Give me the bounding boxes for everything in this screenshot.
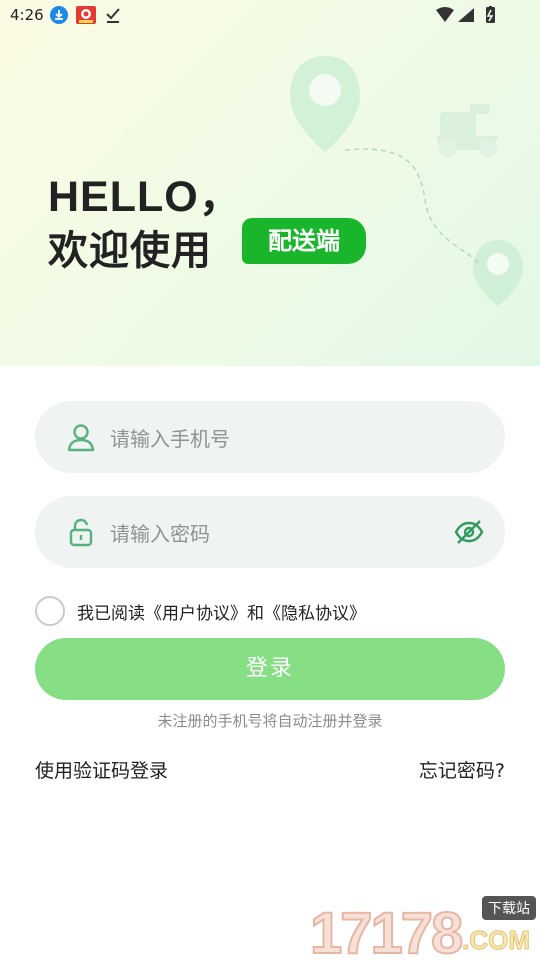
login-button[interactable]: 登录: [35, 638, 505, 700]
phone-field[interactable]: 请输入手机号: [35, 401, 505, 473]
watermark-digits: 17178: [309, 900, 464, 967]
hello-heading: HELLO，: [48, 173, 243, 221]
watermark-tag: 下载站: [482, 896, 536, 920]
watermark-logo: 17178 下载站 .COM: [309, 894, 540, 967]
eye-off-icon[interactable]: [453, 516, 485, 548]
code-login-link[interactable]: 使用验证码登录: [35, 756, 168, 783]
welcome-heading: 欢迎使用: [48, 228, 212, 274]
agreement-text[interactable]: 我已阅读《用户协议》和《隐私协议》: [77, 599, 366, 624]
download-notification-icon: [50, 6, 68, 24]
app-notification-icon: [76, 6, 96, 24]
agreement-checkbox[interactable]: [35, 596, 65, 626]
lock-icon: [69, 518, 93, 547]
password-input[interactable]: 请输入密码: [110, 518, 210, 547]
password-field[interactable]: 请输入密码: [35, 496, 505, 568]
watermark-domain: .COM: [462, 925, 531, 956]
signal-battery-icon: [436, 5, 495, 23]
delivery-badge: 配送端: [242, 218, 366, 264]
phone-input[interactable]: 请输入手机号: [110, 423, 230, 452]
header-banner: 4:26 HELLO， 欢迎使用 配送端: [0, 0, 540, 366]
download-done-icon: [106, 8, 120, 23]
forgot-password-link[interactable]: 忘记密码?: [419, 756, 505, 783]
status-bar: 4:26: [0, 0, 540, 32]
auto-register-hint: 未注册的手机号将自动注册并登录: [157, 712, 383, 730]
status-icons: [436, 5, 506, 30]
status-time: 4:26: [10, 6, 44, 24]
user-icon: [67, 424, 95, 452]
